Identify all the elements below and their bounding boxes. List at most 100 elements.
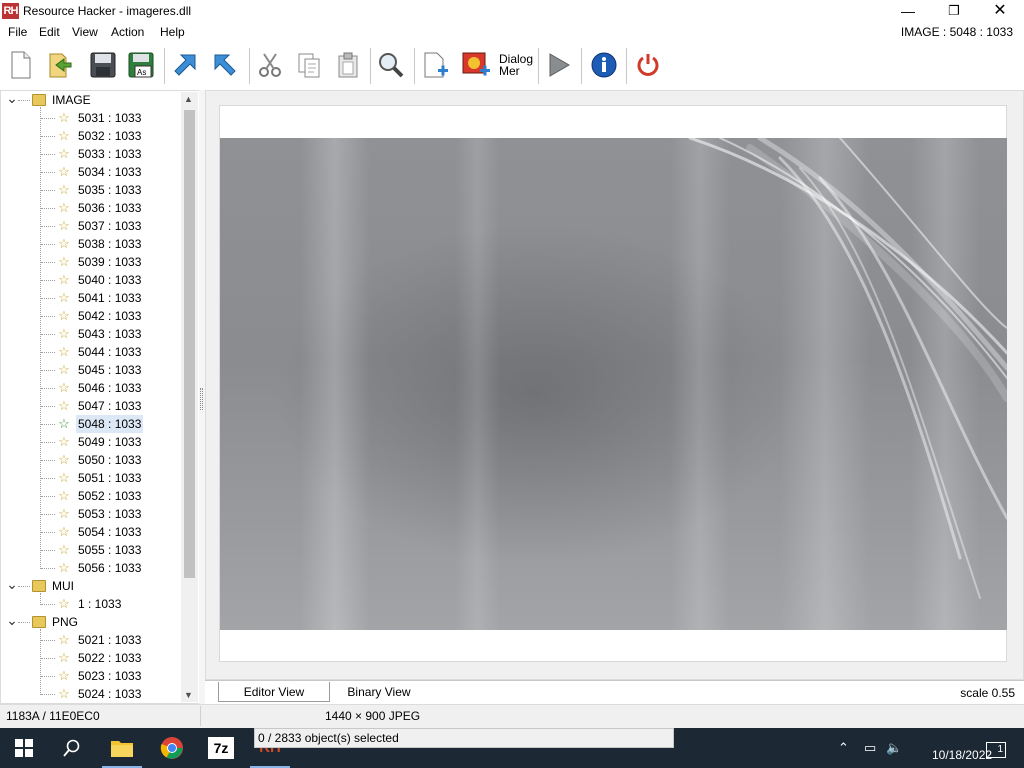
tree-item[interactable]: ☆ 5041 : 1033 [0, 289, 180, 307]
tree-group-mui[interactable]: ⌄ MUI [0, 577, 180, 595]
tree-item[interactable]: ☆ 5043 : 1033 [0, 325, 180, 343]
app-logo-icon: RH [2, 3, 19, 19]
tree-item[interactable]: ☆ 5023 : 1033 [0, 667, 180, 685]
tree-item[interactable]: ☆ 5032 : 1033 [0, 127, 180, 145]
tree-item[interactable]: ☆ 5035 : 1033 [0, 181, 180, 199]
resource-star-icon: ☆ [58, 434, 70, 449]
collapse-chevron-icon[interactable]: ⌄ [6, 91, 18, 109]
tree-item-label: 5036 : 1033 [78, 201, 142, 215]
tree-item[interactable]: ☆ 5046 : 1033 [0, 379, 180, 397]
tree-item-label: 5052 : 1033 [78, 489, 142, 503]
chrome-icon[interactable] [148, 728, 196, 768]
tree-item[interactable]: ☆ 5024 : 1033 [0, 685, 180, 703]
tray-chevron-icon[interactable]: ⌃ [838, 740, 849, 756]
tree-item[interactable]: ☆ 5031 : 1033 [0, 109, 180, 127]
volume-icon[interactable]: 🔈 [886, 740, 902, 756]
scroll-up-icon[interactable]: ▲ [184, 94, 193, 104]
tab-binary-view[interactable]: Binary View [334, 682, 424, 702]
tree-item-label: 5050 : 1033 [78, 453, 142, 467]
maximize-button[interactable]: ❐ [931, 0, 977, 22]
window-title: Resource Hacker - imageres.dll [23, 4, 192, 18]
menu-action[interactable]: Action [111, 25, 144, 39]
windows-start-icon[interactable] [0, 728, 48, 768]
resource-star-icon: ☆ [58, 560, 70, 575]
tree-item[interactable]: ☆ 5056 : 1033 [0, 559, 180, 577]
taskbar-date[interactable]: 10/18/2022 [932, 748, 992, 762]
resource-star-icon: ☆ [58, 686, 70, 701]
network-icon[interactable]: ▭ [864, 740, 876, 756]
tree-item[interactable]: ☆ 5049 : 1033 [0, 433, 180, 451]
resource-star-icon: ☆ [58, 128, 70, 143]
menu-view[interactable]: View [72, 25, 98, 39]
cut-icon[interactable] [253, 47, 287, 83]
run-script-icon[interactable] [542, 47, 576, 83]
notification-icon[interactable]: 1 [986, 742, 1006, 758]
tree-item[interactable]: ☆ 5038 : 1033 [0, 235, 180, 253]
tree-item[interactable]: ☆ 5040 : 1033 [0, 271, 180, 289]
tree-item[interactable]: ☆ 5022 : 1033 [0, 649, 180, 667]
resource-star-icon: ☆ [58, 254, 70, 269]
save-as-icon[interactable]: As [124, 47, 158, 83]
tree-item[interactable]: ☆ 5054 : 1033 [0, 523, 180, 541]
resource-star-icon: ☆ [58, 542, 70, 557]
power-icon[interactable] [631, 47, 665, 83]
tree-item[interactable]: ☆ 5021 : 1033 [0, 631, 180, 649]
resource-star-icon: ☆ [58, 164, 70, 179]
tree-scrollbar-thumb[interactable] [184, 110, 195, 578]
tree-item-label: 5046 : 1033 [78, 381, 142, 395]
collapse-chevron-icon[interactable]: ⌄ [6, 577, 18, 595]
add-image-icon[interactable] [459, 47, 493, 83]
7zip-icon[interactable]: 7z [197, 728, 245, 768]
close-button[interactable]: ✕ [977, 0, 1023, 22]
file-explorer-icon[interactable] [98, 728, 146, 768]
tree-item[interactable]: ☆ 5036 : 1033 [0, 199, 180, 217]
tab-editor-view[interactable]: Editor View [218, 682, 330, 702]
compile-right-icon[interactable] [208, 47, 242, 83]
tree-item-label: 5043 : 1033 [78, 327, 142, 341]
status-offset: 1183A / 11E0EC0 [6, 709, 100, 723]
info-icon[interactable] [587, 47, 621, 83]
resource-star-icon: ☆ [58, 110, 70, 125]
tree-group-image[interactable]: ⌄ IMAGE [0, 91, 180, 109]
tree-item[interactable]: ☆ 5048 : 1033 [0, 415, 180, 433]
tree-item[interactable]: ☆ 5037 : 1033 [0, 217, 180, 235]
collapse-chevron-icon[interactable]: ⌄ [6, 613, 18, 631]
resource-star-icon: ☆ [58, 326, 70, 341]
minimize-button[interactable]: — [885, 0, 931, 22]
tree-item-label: 5039 : 1033 [78, 255, 142, 269]
compile-left-icon[interactable] [168, 47, 202, 83]
tree-item[interactable]: ☆ 5052 : 1033 [0, 487, 180, 505]
tree-item[interactable]: ☆ 5045 : 1033 [0, 361, 180, 379]
resource-star-icon: ☆ [58, 236, 70, 251]
menu-help[interactable]: Help [160, 25, 185, 39]
tree-item[interactable]: ☆ 5039 : 1033 [0, 253, 180, 271]
find-icon[interactable] [374, 47, 408, 83]
tree-item[interactable]: ☆ 5034 : 1033 [0, 163, 180, 181]
menu-edit[interactable]: Edit [39, 25, 60, 39]
copy-icon[interactable] [292, 47, 326, 83]
tree-item[interactable]: ☆ 5033 : 1033 [0, 145, 180, 163]
tree-group-png[interactable]: ⌄ PNG [0, 613, 180, 631]
tree-item[interactable]: ☆ 5044 : 1033 [0, 343, 180, 361]
tree-item-label: 5023 : 1033 [78, 669, 142, 683]
tree-item[interactable]: ☆ 5053 : 1033 [0, 505, 180, 523]
tree-item[interactable]: ☆ 5051 : 1033 [0, 469, 180, 487]
splitter-grip-icon[interactable] [200, 388, 203, 410]
folder-icon [32, 616, 46, 628]
dialog-menu-icon[interactable]: Dialog Mer [497, 47, 535, 83]
new-file-icon[interactable] [4, 47, 38, 83]
tree-item[interactable]: ☆ 5050 : 1033 [0, 451, 180, 469]
tree-item[interactable]: ☆ 5047 : 1033 [0, 397, 180, 415]
scroll-down-icon[interactable]: ▼ [184, 690, 193, 700]
paste-icon[interactable] [331, 47, 365, 83]
tree-item[interactable]: ☆ 5042 : 1033 [0, 307, 180, 325]
resource-star-icon: ☆ [58, 218, 70, 233]
tree-item[interactable]: ☆ 5055 : 1033 [0, 541, 180, 559]
add-resource-icon[interactable] [419, 47, 453, 83]
search-icon[interactable] [48, 728, 96, 768]
save-icon[interactable] [86, 47, 120, 83]
menu-file[interactable]: File [8, 25, 27, 39]
tree-item[interactable]: ☆ 1 : 1033 [0, 595, 180, 613]
resource-star-icon: ☆ [58, 398, 70, 413]
open-file-icon[interactable] [43, 47, 77, 83]
